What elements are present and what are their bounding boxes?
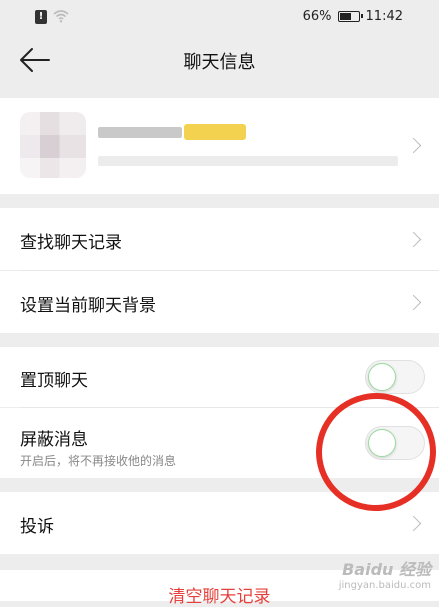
mute-row: 屏蔽消息 开启后，将不再接收他的消息 <box>0 408 439 478</box>
mute-description: 开启后，将不再接收他的消息 <box>20 454 177 468</box>
contact-tag-blurred <box>184 124 246 140</box>
battery-icon <box>337 11 363 22</box>
pin-chat-row: 置顶聊天 <box>0 347 439 407</box>
page-title: 聊天信息 <box>183 52 256 73</box>
wifi-icon <box>53 10 69 23</box>
contact-name-blurred <box>98 127 182 138</box>
clock: 11:42 <box>365 9 403 24</box>
status-bar: ! 66% 11:42 <box>0 0 439 34</box>
chevron-right-icon <box>405 231 422 248</box>
report-label: 投诉 <box>20 517 54 537</box>
mute-toggle[interactable] <box>365 426 425 460</box>
contact-profile-card[interactable] <box>0 98 439 194</box>
pin-chat-label: 置顶聊天 <box>20 371 88 391</box>
set-background-row[interactable]: 设置当前聊天背景 <box>0 271 439 333</box>
set-background-label: 设置当前聊天背景 <box>20 296 156 316</box>
find-history-label: 查找聊天记录 <box>20 233 122 253</box>
avatar[interactable] <box>20 112 86 178</box>
watermark-logo: Baidu 经验 <box>342 560 431 579</box>
pin-chat-toggle[interactable] <box>365 360 425 394</box>
nav-bar: 聊天信息 <box>0 34 439 86</box>
find-history-row[interactable]: 查找聊天记录 <box>0 208 439 270</box>
toggle-knob <box>368 429 396 457</box>
mute-label: 屏蔽消息 <box>20 430 88 450</box>
chevron-right-icon <box>405 294 422 311</box>
contact-info-blurred <box>98 156 398 166</box>
battery-percent: 66% <box>302 9 332 24</box>
report-row[interactable]: 投诉 <box>0 492 439 554</box>
watermark: Baidu 经验 jingyan.baidu.com <box>339 556 431 591</box>
toggle-knob <box>368 363 396 391</box>
alert-icon: ! <box>35 10 47 24</box>
watermark-url: jingyan.baidu.com <box>338 580 431 591</box>
chevron-right-icon <box>405 137 422 154</box>
chevron-right-icon <box>405 515 422 532</box>
